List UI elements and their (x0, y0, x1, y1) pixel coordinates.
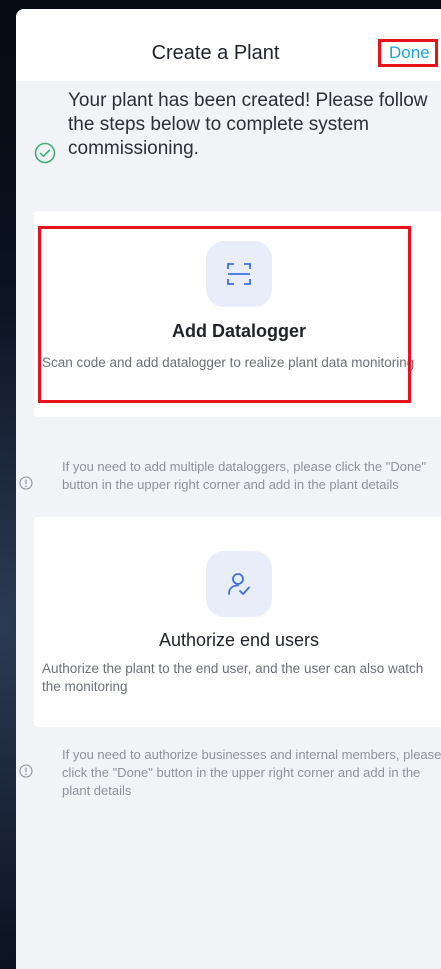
info-icon (19, 476, 33, 490)
card-title: Add Datalogger (171, 321, 306, 341)
success-message: Your plant has been created! Please foll… (68, 90, 428, 159)
user-check-icon (228, 573, 250, 595)
done-button[interactable]: Done (378, 39, 438, 67)
note-text: If you need to add multiple dataloggers,… (62, 459, 427, 492)
card-description: Scan code and add datalogger to realize … (42, 355, 415, 370)
scan-icon (227, 263, 251, 285)
check-circle-icon (34, 142, 56, 164)
page-title: Create a Plant (151, 42, 280, 64)
authorize-users-card[interactable]: Authorize end users Authorize the plant … (34, 517, 441, 727)
info-icon (19, 764, 33, 778)
add-datalogger-card[interactable]: Add Datalogger Scan code and add datalog… (34, 211, 441, 417)
header: Create a Plant Done (16, 9, 441, 81)
app-screen: Create a Plant Done Your plant has been … (16, 9, 441, 969)
card-description: Authorize the plant to the end user, and… (42, 661, 424, 694)
success-banner: Your plant has been created! Please foll… (16, 81, 441, 211)
note-text: If you need to authorize businesses and … (62, 747, 441, 798)
card-title: Authorize end users (158, 630, 320, 650)
icon-tile (206, 241, 272, 307)
icon-tile (206, 551, 272, 617)
